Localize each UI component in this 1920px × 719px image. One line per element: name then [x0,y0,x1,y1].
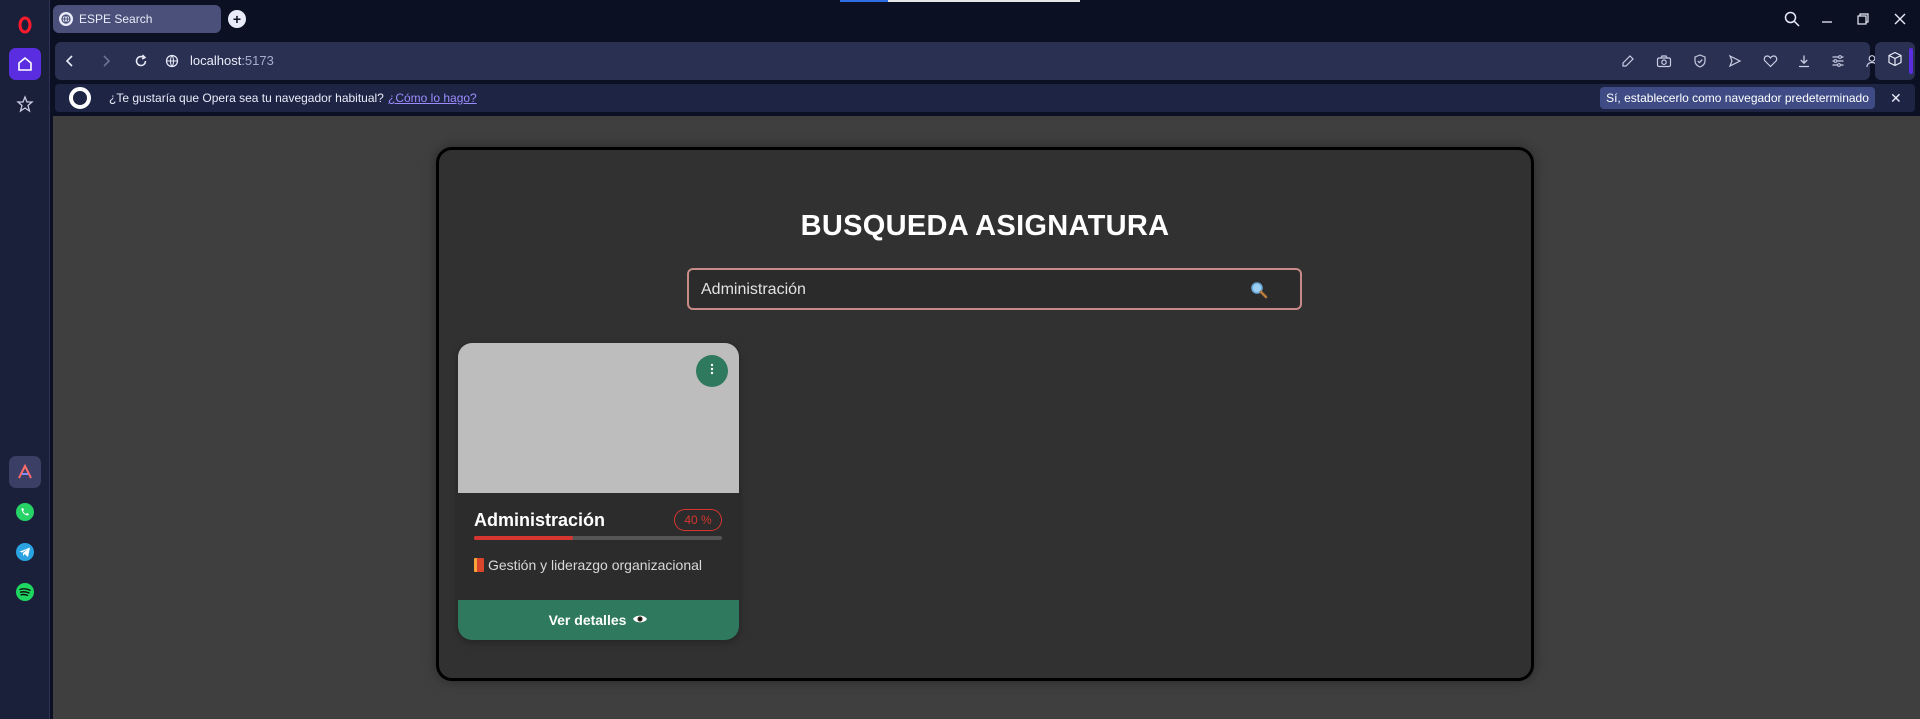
page-viewport: BUSQUEDA ASIGNATURA Administración 40 % [53,116,1920,719]
restore-icon[interactable] [1852,8,1874,30]
camera-icon[interactable] [1655,52,1673,70]
aria-icon[interactable] [9,456,41,488]
default-browser-infobar: ¿Te gustaría que Opera sea tu navegador … [55,84,1915,112]
address-bar: localhost:5173 [55,42,1878,80]
infobar-close-icon[interactable]: ✕ [1890,90,1902,107]
card-description-text: Gestión y liderazgo organizacional [488,557,703,573]
globe-icon [59,12,73,26]
card-menu-button[interactable] [696,355,728,387]
forward-icon[interactable] [96,51,116,71]
home-icon[interactable] [9,48,41,80]
search-box [687,268,1302,310]
loading-indicator-progress [840,0,888,2]
progress-badge: 40 % [674,509,722,531]
site-info-icon[interactable] [162,51,182,71]
infobar-message: ¿Te gustaría que Opera sea tu navegador … [109,91,384,105]
back-icon[interactable] [60,51,80,71]
tab-espe-search[interactable]: ESPE Search [53,5,221,33]
shield-icon[interactable] [1691,52,1709,70]
search-panel: BUSQUEDA ASIGNATURA Administración 40 % [436,147,1534,681]
sidebar-accent [1909,48,1913,74]
infobar-how-link[interactable]: ¿Cómo lo hago? [388,91,477,105]
star-icon[interactable] [9,88,41,120]
subject-card: Administración 40 % Gestión y liderazgo … [458,343,739,640]
minimize-icon[interactable] [1816,8,1838,30]
progress-bar-fill [474,536,574,540]
opera-logo-icon [69,87,91,109]
set-default-button[interactable]: Sí, establecerlo como navegador predeter… [1600,87,1875,109]
download-icon[interactable] [1795,52,1813,70]
view-details-label: Ver detalles [548,612,627,628]
view-details-button[interactable]: Ver detalles [458,600,739,640]
edit-icon[interactable] [1619,52,1637,70]
more-vertical-icon [710,362,714,380]
opera-sidebar [0,0,50,719]
spotify-icon[interactable] [9,576,41,608]
card-description: Gestión y liderazgo organizacional [474,557,702,573]
reload-icon[interactable] [131,51,151,71]
page-title: BUSQUEDA ASIGNATURA [800,210,1170,242]
eye-icon [632,612,648,628]
easy-setup-icon[interactable] [1829,52,1847,70]
extensions-button[interactable] [1875,42,1915,80]
heart-icon[interactable] [1761,52,1779,70]
opera-logo-icon[interactable] [9,9,41,41]
book-icon [474,558,484,572]
close-window-icon[interactable] [1889,8,1911,30]
url-port: :5173 [241,53,274,68]
url-host: localhost [190,53,242,68]
tab-bar: ESPE Search + [50,0,1920,38]
browser-window: ESPE Search + localhost:5173 ¿Te gustarí… [0,0,1920,719]
search-input[interactable] [701,279,1241,301]
progress-bar [474,536,722,540]
telegram-icon[interactable] [9,536,41,568]
tab-title: ESPE Search [79,12,153,26]
new-tab-button[interactable]: + [228,10,246,28]
url-field[interactable]: localhost:5173 [190,53,274,68]
search-tabs-icon[interactable] [1781,8,1803,30]
card-title: Administración [474,510,606,530]
send-icon[interactable] [1726,52,1744,70]
search-icon[interactable] [1249,280,1269,300]
cube-icon [1887,51,1903,72]
whatsapp-icon[interactable] [9,496,41,528]
